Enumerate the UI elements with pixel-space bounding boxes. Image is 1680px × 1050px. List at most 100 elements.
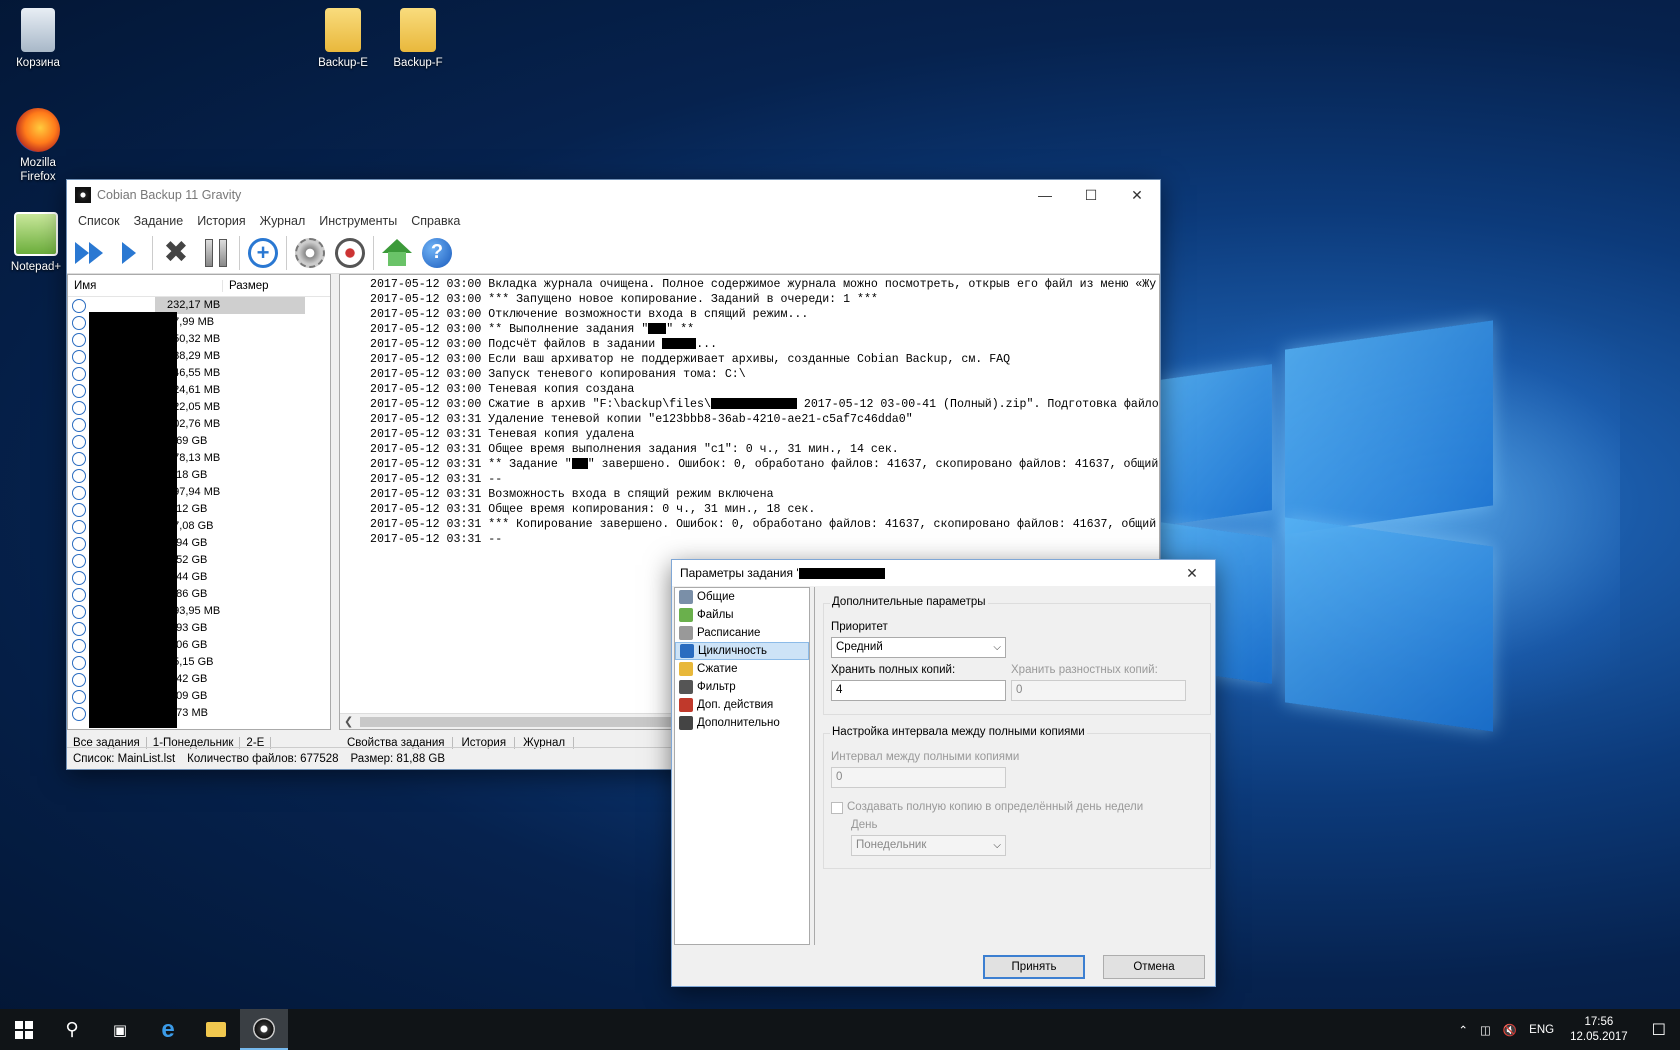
run-button[interactable] — [109, 233, 149, 273]
windows-logo-pane — [1160, 364, 1272, 526]
diff-copies-input[interactable]: 0 — [1011, 680, 1186, 701]
task-size: 17,08 GB — [167, 520, 214, 532]
desktop-icon-notepad[interactable]: Notepad+ — [0, 212, 72, 274]
clock-icon — [72, 417, 86, 432]
nav-item[interactable]: Сжатие — [675, 660, 809, 678]
clock[interactable]: 17:56 12.05.2017 — [1560, 1015, 1638, 1045]
log-line: 2017-05-12 03:31 Общее время копирования… — [370, 503, 816, 516]
task-size: 197,94 MB — [167, 486, 221, 498]
clock-icon — [72, 604, 86, 619]
notifications-icon[interactable]: ☐ — [1638, 1020, 1680, 1040]
menu-history[interactable]: История — [190, 214, 252, 228]
menu-task[interactable]: Задание — [127, 214, 191, 228]
column-name[interactable]: Имя — [68, 279, 223, 292]
log-line: 2017-05-12 03:00 Запуск теневого копиров… — [370, 368, 746, 381]
folder-icon — [325, 8, 361, 52]
task-size: 188,29 MB — [167, 350, 221, 362]
status-file-count: Количество файлов: 677528 — [187, 752, 339, 765]
desktop-icon-backup-e[interactable]: Backup-E — [307, 8, 379, 70]
nav-item[interactable]: Цикличность — [675, 642, 809, 660]
start-button[interactable] — [0, 1009, 48, 1050]
task-size: 4,86 GB — [167, 588, 208, 600]
run-all-icon — [75, 241, 103, 264]
nav-item[interactable]: Общие — [675, 588, 809, 606]
log-line: 2017-05-12 03:31 Общее время выполнения … — [370, 443, 899, 456]
full-copies-input[interactable]: 4 — [831, 680, 1006, 701]
network-icon[interactable]: ◫ — [1474, 1023, 1497, 1037]
day-select[interactable]: Понедельник ⌵ — [851, 835, 1006, 856]
weekday-checkbox[interactable] — [831, 802, 843, 814]
column-size[interactable]: Размер — [223, 280, 269, 292]
task-view-button[interactable]: ▣ — [96, 1009, 144, 1050]
task-size: 5,09 GB — [167, 690, 208, 702]
cancel-button[interactable]: ✖ — [156, 233, 196, 273]
nav-item[interactable]: Фильтр — [675, 678, 809, 696]
taskbar-edge[interactable]: e — [144, 1009, 192, 1050]
settings-nav: Общие Файлы Расписание Цикличность Сжатие Фил… — [674, 587, 810, 945]
clock-icon — [72, 655, 86, 670]
scroll-thumb[interactable] — [360, 717, 690, 727]
task-size: 1,94 GB — [167, 537, 208, 549]
task-size: 602,76 MB — [167, 418, 221, 430]
taskbar-cobian[interactable] — [240, 1009, 288, 1050]
clock-icon — [72, 349, 86, 364]
desktop-icon-recycle-bin[interactable]: Корзина — [2, 8, 74, 70]
menu-log[interactable]: Журнал — [253, 214, 313, 228]
clock-icon — [72, 553, 86, 568]
redacted-text — [710, 398, 797, 410]
settings-panel: Дополнительные параметры Приоритет Средн… — [814, 587, 1212, 945]
ok-button[interactable]: Принять — [983, 955, 1085, 979]
log-line: 2017-05-12 03:31 Удаление теневой копии … — [370, 413, 913, 426]
nav-icon — [679, 626, 693, 640]
nav-icon — [679, 698, 693, 712]
chevron-down-icon: ⌵ — [993, 642, 1001, 653]
home-button[interactable] — [377, 233, 417, 273]
menu-list[interactable]: Список — [71, 214, 127, 228]
clock-icon — [72, 383, 86, 398]
dialog-close-button[interactable]: ✕ — [1169, 558, 1215, 588]
minimize-button[interactable]: — — [1022, 180, 1068, 210]
clock-icon — [72, 366, 86, 381]
menu-help[interactable]: Справка — [404, 214, 467, 228]
priority-value: Средний — [836, 641, 883, 653]
menu-tools[interactable]: Инструменты — [312, 214, 404, 228]
interval-input[interactable]: 0 — [831, 767, 1006, 788]
nav-item[interactable]: Доп. действия — [675, 696, 809, 714]
help-button[interactable]: ? — [417, 233, 457, 273]
add-task-button[interactable]: + — [243, 233, 283, 273]
nav-item[interactable]: Расписание — [675, 624, 809, 642]
chevron-up-icon[interactable]: ⌃ — [1452, 1023, 1474, 1037]
redacted-text — [571, 458, 588, 470]
group-advanced-title: Дополнительные параметры — [830, 596, 988, 608]
language-indicator[interactable]: ENG — [1523, 1024, 1560, 1036]
redacted-text — [662, 338, 697, 350]
close-button[interactable]: ✕ — [1114, 180, 1160, 210]
log-line: 2017-05-12 03:00 Если ваш архиватор не п… — [370, 353, 1011, 366]
nav-item[interactable]: Файлы — [675, 606, 809, 624]
system-tray: ⌃ ◫ 🔇 ENG 17:56 12.05.2017 ☐ — [1452, 1009, 1680, 1050]
settings-button[interactable] — [290, 233, 330, 273]
maximize-button[interactable]: ☐ — [1068, 180, 1114, 210]
priority-select[interactable]: Средний ⌵ — [831, 637, 1006, 658]
taskbar-explorer[interactable] — [192, 1009, 240, 1050]
edge-icon: e — [161, 1015, 175, 1043]
task-settings-dialog: Параметры задания ' ✕ Общие Файлы Расписан… — [671, 559, 1216, 987]
task-size: 2,69 GB — [167, 435, 208, 447]
scroll-left-icon[interactable]: ❮ — [344, 715, 353, 728]
pause-button[interactable] — [196, 233, 236, 273]
task-size: 1,73 MB — [167, 707, 208, 719]
redacted-names — [89, 312, 177, 728]
remote-button[interactable] — [330, 233, 370, 273]
nav-item[interactable]: Дополнительно — [675, 714, 809, 732]
log-line: 2017-05-12 03:31 -- — [370, 533, 503, 546]
cancel-dialog-button[interactable]: Отмена — [1103, 955, 1205, 979]
desktop-icon-firefox[interactable]: Mozilla Firefox — [2, 108, 74, 184]
search-button[interactable]: ⚲ — [48, 1009, 96, 1050]
run-all-button[interactable] — [69, 233, 109, 273]
clock-icon — [72, 434, 86, 449]
dialog-body: Общие Файлы Расписание Цикличность Сжатие Фил… — [672, 586, 1215, 986]
task-size: 178,13 MB — [167, 452, 221, 464]
desktop-icon-backup-f[interactable]: Backup-F — [382, 8, 454, 70]
log-line: 2017-05-12 03:31 -- — [370, 473, 503, 486]
volume-muted-icon[interactable]: 🔇 — [1497, 1023, 1523, 1037]
